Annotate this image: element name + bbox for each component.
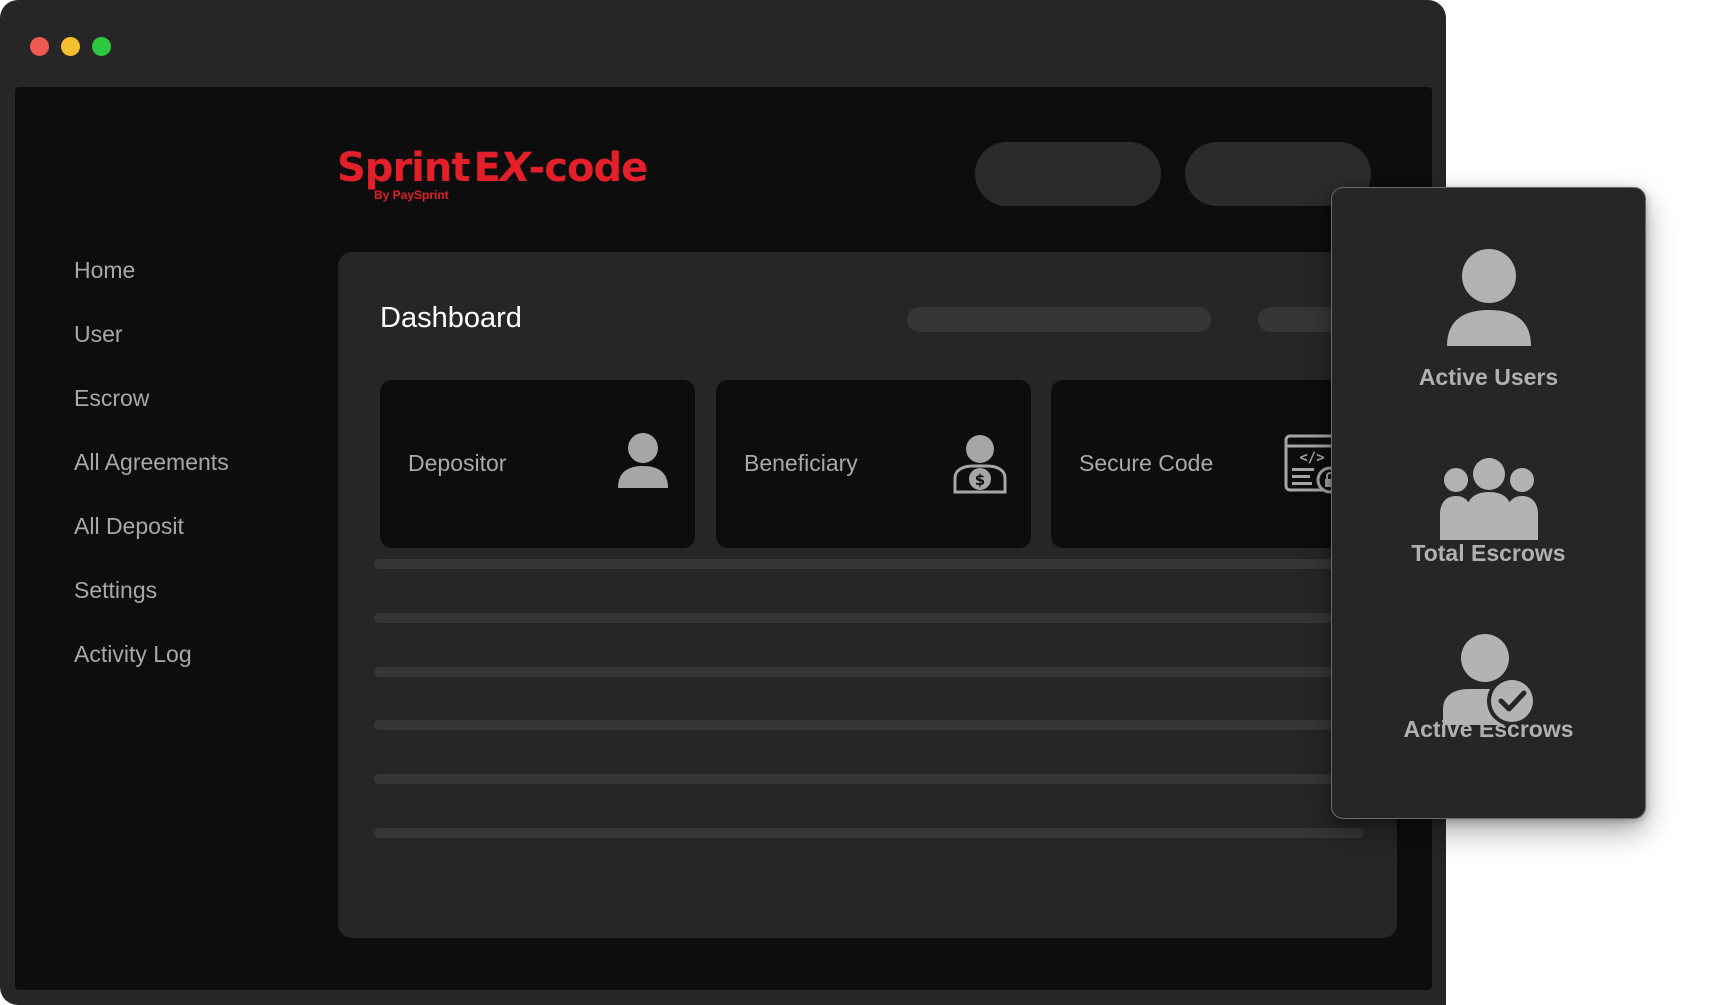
placeholder-line: [374, 828, 1364, 838]
user-icon: [616, 432, 670, 495]
stat-label-active-users: Active Users: [1418, 364, 1559, 390]
placeholder-line: [374, 720, 1364, 730]
placeholder-line: [374, 613, 1364, 623]
app-window: Home User Escrow All Agreements All Depo…: [0, 0, 1446, 1005]
brand-subtitle: By PaySprint: [374, 188, 449, 202]
placeholder-line: [374, 559, 1364, 569]
sidebar-item-escrow[interactable]: Escrow: [74, 385, 149, 412]
card-depositor[interactable]: Depositor: [380, 380, 695, 548]
stat-total-escrows[interactable]: [1332, 458, 1645, 542]
card-label: Beneficiary: [744, 450, 858, 476]
page-title: Dashboard: [380, 302, 522, 334]
minimize-window-button[interactable]: [61, 37, 80, 56]
stat-active-users[interactable]: [1332, 248, 1645, 348]
sidebar-item-all-deposit[interactable]: All Deposit: [74, 513, 184, 540]
user-dollar-icon: $: [951, 434, 1009, 499]
sidebar-item-settings[interactable]: Settings: [74, 577, 157, 604]
sidebar: Home User Escrow All Agreements All Depo…: [15, 87, 315, 990]
close-window-button[interactable]: [30, 37, 49, 56]
sidebar-item-home[interactable]: Home: [74, 257, 135, 284]
brand-name: Sprint EX-code: [337, 145, 648, 191]
card-beneficiary[interactable]: Beneficiary $: [716, 380, 1031, 548]
sidebar-item-user[interactable]: User: [74, 321, 123, 348]
sidebar-item-activity-log[interactable]: Activity Log: [74, 641, 192, 668]
user-check-icon: [1442, 634, 1537, 726]
stat-active-escrows[interactable]: [1332, 633, 1645, 727]
stat-label-total-escrows: Total Escrows: [1411, 540, 1566, 566]
card-label: Secure Code: [1079, 450, 1214, 476]
app-content: Home User Escrow All Agreements All Depo…: [15, 87, 1432, 990]
placeholder-bar: [907, 307, 1211, 332]
svg-text:$: $: [975, 471, 985, 489]
placeholder-line: [374, 774, 1364, 784]
sidebar-item-all-agreements[interactable]: All Agreements: [74, 449, 229, 476]
group-icon: [1439, 458, 1538, 540]
user-icon: [1446, 249, 1531, 346]
placeholder-line: [374, 667, 1364, 677]
card-label: Depositor: [408, 450, 507, 476]
dashboard-panel: Dashboard Depositor Beneficiary $ Secure…: [338, 252, 1397, 938]
maximize-window-button[interactable]: [92, 37, 111, 56]
card-secure-code[interactable]: Secure Code </>: [1051, 380, 1366, 548]
stat-label-active-escrows: Active Escrows: [1403, 716, 1574, 742]
stats-popup: Active Users Total Escrows Active Escrow…: [1331, 187, 1646, 819]
svg-text:</>: </>: [1299, 450, 1324, 466]
header-button-1[interactable]: [975, 142, 1161, 206]
